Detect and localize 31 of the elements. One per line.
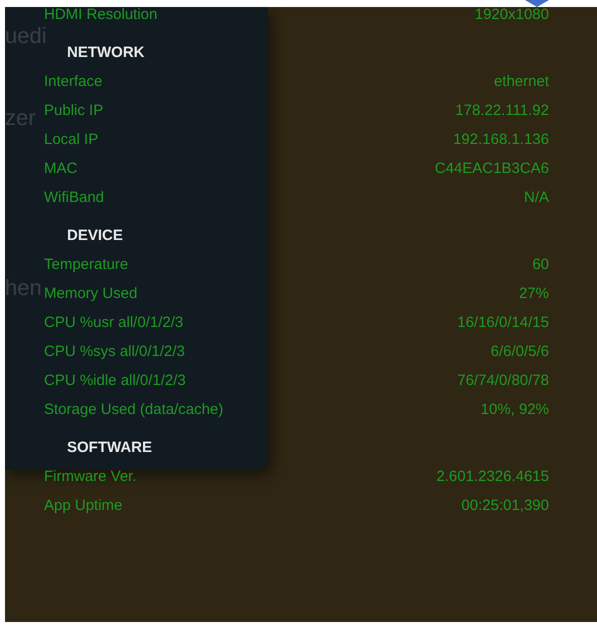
info-label: Interface (44, 72, 102, 92)
info-value: 00:25:01,390 (461, 496, 549, 516)
info-label: Public IP (44, 101, 104, 122)
info-value: 192.168.1.136 (453, 130, 549, 150)
info-label: MAC (44, 159, 78, 180)
info-label: Storage Used (data/cache) (44, 400, 224, 420)
info-value: 60 (532, 255, 549, 276)
section-heading: NETWORK (67, 43, 144, 64)
info-value: 2.601.2326.4615 (436, 467, 549, 488)
info-label: CPU %usr all/0/1/2/3 (44, 313, 184, 334)
info-label: CPU %sys all/0/1/2/3 (44, 342, 185, 362)
info-value: 10%, 92% (480, 400, 549, 420)
info-value: 27% (518, 284, 549, 304)
info-value: 178.22.111.92 (455, 101, 549, 122)
info-label: WifiBand (44, 188, 104, 208)
info-label: Local IP (44, 130, 98, 150)
info-label: CPU %idle all/0/1/2/3 (44, 371, 186, 392)
section-heading: DEVICE (67, 226, 123, 246)
info-value: C44EAC1B3CA6 (434, 159, 549, 180)
info-label: App Uptime (44, 496, 122, 516)
info-value: N/A (524, 188, 549, 208)
info-value: 16/16/0/14/15 (457, 313, 549, 334)
info-label: HDMI Resolution (44, 7, 158, 26)
info-label: Memory Used (44, 284, 138, 304)
info-value: ethernet (494, 72, 549, 92)
info-value: 76/74/0/80/78 (457, 371, 549, 392)
info-value: 1920x1080 (474, 7, 549, 26)
info-label: Temperature (44, 255, 128, 276)
info-label: Firmware Ver. (44, 467, 137, 488)
info-value: 6/6/0/5/6 (490, 342, 549, 362)
section-heading: SOFTWARE (67, 438, 152, 458)
